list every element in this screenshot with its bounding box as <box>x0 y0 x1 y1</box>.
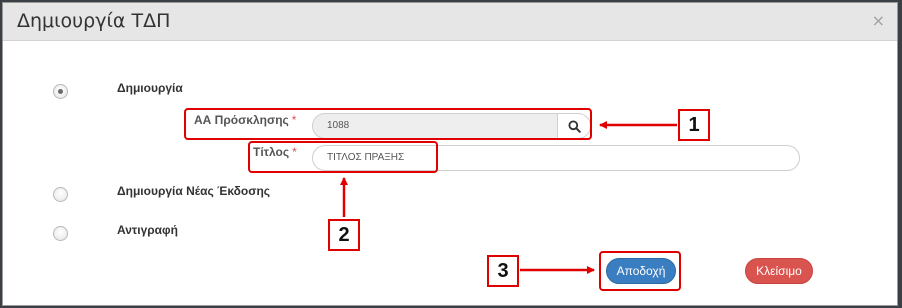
callout-1: 1 <box>678 109 710 141</box>
callout-2: 2 <box>328 219 360 251</box>
callout-3: 3 <box>487 255 519 287</box>
callout-arrows <box>340 121 677 274</box>
